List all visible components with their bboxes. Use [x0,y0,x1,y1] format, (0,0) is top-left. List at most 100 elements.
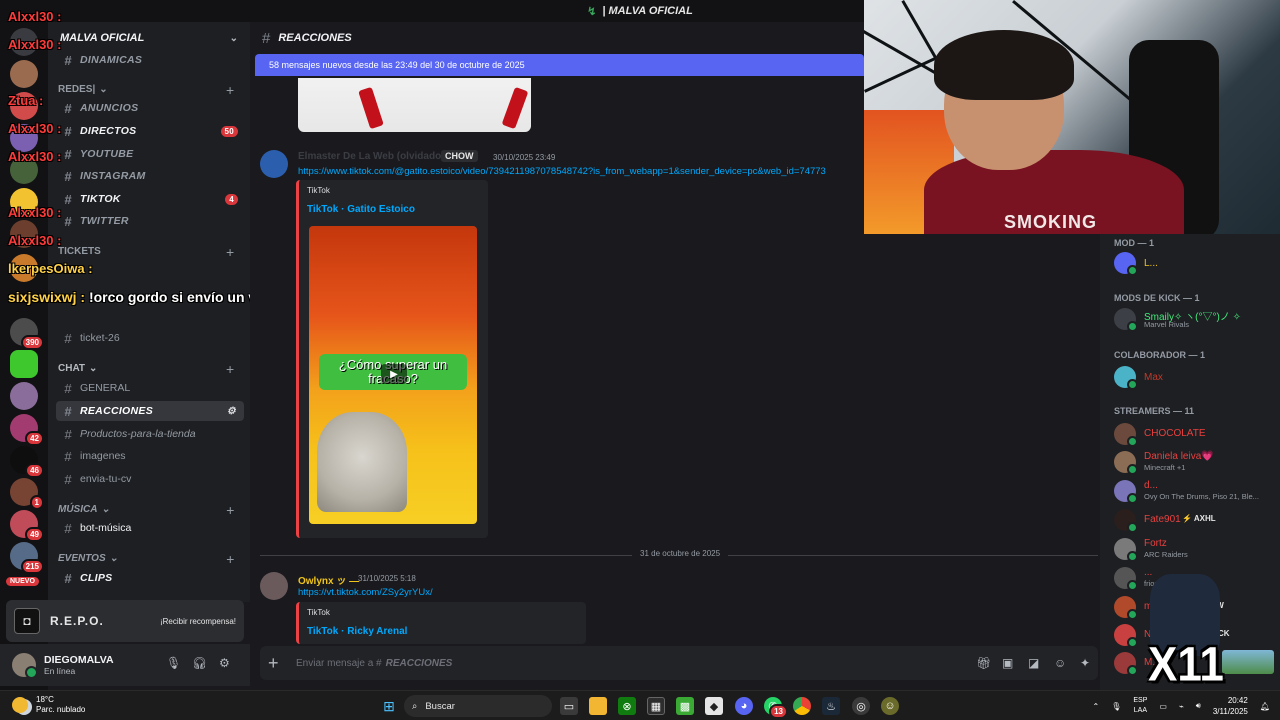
gift-icon[interactable]: 🎁︎ [976,656,991,670]
weather-widget[interactable]: 18°C Parc. nublado [12,695,85,715]
add-channel-icon[interactable]: + [226,502,234,518]
channel-anuncios[interactable]: # ANUNCIOS [56,98,244,118]
server-icon[interactable]: 42 [10,414,44,446]
discord-icon[interactable]: ◕ [735,697,753,715]
emoji-icon[interactable]: ☺ [1054,656,1066,670]
chrome-icon[interactable] [793,697,811,715]
gear-icon[interactable]: ⚙ [219,656,230,670]
avatar [1114,480,1138,504]
language-indicator[interactable]: ESP LAA [1133,696,1147,716]
server-icon[interactable]: 49 [10,510,44,542]
member-item[interactable]: Max [1114,364,1274,390]
server-icon[interactable]: 215 [10,542,44,574]
channel-reacciones[interactable]: # REACCIONES ⚙ [56,401,244,421]
embed-title[interactable]: TikTok · Ricky Arenal [307,626,407,637]
channel-general[interactable]: # GENERAL [56,378,244,398]
message-link[interactable]: https://www.tiktok.com/@gatito.estoico/v… [298,166,863,177]
channel-tiktok[interactable]: # TIKTOK 4 [56,189,244,209]
channel-label: INSTAGRAM [80,170,146,182]
channel-clips[interactable]: # CLIPS [56,568,244,588]
channel-title: REACCIONES [278,32,352,44]
gif-icon[interactable]: ▣ [1002,656,1013,670]
video-thumbnail[interactable]: ¿Cómo superar un fracaso? ▶ [309,226,477,524]
add-channel-icon[interactable]: + [226,361,234,377]
apps-icon[interactable]: ✦ [1080,656,1090,670]
minecraft-icon[interactable]: ▩ [676,697,694,715]
member-item[interactable]: Fortz ARC Raiders [1114,536,1274,562]
message-link[interactable]: https://vt.tiktok.com/ZSy2yrYUx/ [298,587,433,598]
add-channel-icon[interactable]: + [226,244,234,260]
member-item[interactable]: Fate901 ⚡ AXHL [1114,507,1274,533]
member-item[interactable]: CHOCOLATE [1114,421,1274,447]
add-channel-icon[interactable]: + [226,82,234,98]
avatar[interactable] [260,572,288,600]
taskbar-search[interactable]: ⌕ Buscar [404,695,552,717]
windows-start-icon[interactable]: ⊞ [380,697,398,715]
app-icon[interactable]: ☺ [881,697,899,715]
clock[interactable]: 20:42 3/11/2025 [1213,695,1248,717]
whatsapp-icon[interactable]: ✆13 [764,697,788,719]
avatar [1114,423,1138,447]
avatar[interactable] [260,150,288,178]
channel-directos[interactable]: # DIRECTOS 50 [56,121,244,141]
channel-dinamicas[interactable]: # DINAMICAS [56,50,244,70]
server-icon[interactable] [10,382,38,410]
member-item[interactable]: L... [1114,250,1274,276]
channel-imagenes[interactable]: # imagenes [56,446,244,466]
category-redes[interactable]: REDES| ⌄ + [58,82,234,98]
headphones-icon[interactable]: 🎧︎ [192,656,207,670]
volume-icon[interactable]: 🔊︎ [1196,701,1201,711]
member-activity: Ovy On The Drums, Piso 21, Ble... [1144,492,1259,501]
steam-icon[interactable]: ♨ [822,697,840,715]
message-input[interactable]: + Enviar mensaje a # REACCIONES 🎁︎ ▣ ◪ ☺… [260,646,1098,680]
server-icon[interactable]: 46 [10,446,44,478]
task-view-icon[interactable]: ▭ [560,697,578,715]
category-musica[interactable]: MÚSICA ⌄ + [58,502,234,518]
message-author[interactable]: Owlynx ッ — [298,572,359,587]
channel-productos[interactable]: # Productos-para-la-tienda [56,424,244,444]
obs-icon[interactable]: ◎ [852,697,870,715]
member-item[interactable]: Daniela leiva💗 Minecraft +1 [1114,449,1274,475]
notification-icon[interactable]: 🔔︎ [1260,702,1270,711]
claim-reward-button[interactable]: ¡Recibir recompensa! [160,617,236,626]
xbox-icon[interactable]: ⊗ [618,697,636,715]
category-tickets[interactable]: TICKETS + [58,244,234,260]
channel-twitter[interactable]: # TWITTER [56,211,244,231]
server-header[interactable]: MALVA OFICIAL ⌄ [48,28,250,48]
server-icon[interactable] [10,60,38,88]
server-icon[interactable] [10,350,38,378]
category-eventos[interactable]: EVENTOS ⌄ + [58,551,234,567]
channel-label: Productos-para-la-tienda [80,428,196,440]
channel-envia-tu-cv[interactable]: # envia-tu-cv [56,469,244,489]
channel-youtube[interactable]: # YOUTUBE [56,144,244,164]
server-icon[interactable]: 390 [10,318,44,350]
category-chat[interactable]: CHAT ⌄ + [58,361,234,377]
play-icon[interactable]: ▶ [381,364,407,384]
game-reward-promo[interactable]: ◘ R.E.P.O. ¡Recibir recompensa! [6,600,244,642]
add-channel-icon[interactable]: + [226,551,234,567]
channel-ticket-26[interactable]: # ticket-26 [56,328,244,348]
channel-settings-icon[interactable]: ⚙ [227,406,236,417]
message-author[interactable]: Elmaster De La Web (olvidado) [298,151,445,162]
channel-instagram[interactable]: # INSTAGRAM [56,166,244,186]
app-icon[interactable]: ◆ [705,697,723,715]
store-icon[interactable]: ▦ [647,697,665,715]
server-icon[interactable]: 1 [10,478,44,510]
microphone-icon[interactable]: 🎙︎ [1111,702,1121,711]
image-attachment[interactable] [298,78,531,132]
network-icon[interactable]: ⌁ [1179,702,1184,711]
chevron-up-icon[interactable]: ⌃ [1093,702,1100,711]
embed-title[interactable]: TikTok · Gatito Estoico [307,204,415,215]
member-item[interactable]: d... Ovy On The Drums, Piso 21, Ble... [1114,478,1274,504]
avatar[interactable] [12,653,38,679]
new-messages-bar[interactable]: 58 mensajes nuevos desde las 23:49 del 3… [255,54,864,76]
channel-bot-musica[interactable]: # bot-música [56,518,244,538]
screen: ↯ | MALVA OFICIAL 390 42 46 1 49 215 NUE… [0,0,1280,720]
display-icon[interactable]: ▭ [1159,702,1167,711]
member-item[interactable]: Smaily✧ ヽ(°▽°)ノ ✧ Marvel Rivals [1114,306,1274,332]
add-attachment-icon[interactable]: + [268,653,279,674]
sticker-icon[interactable]: ◪ [1028,656,1039,670]
file-explorer-icon[interactable] [589,697,607,715]
member-name: Daniela leiva💗 [1144,451,1214,462]
microphone-icon[interactable]: 🎙︎ [166,656,181,670]
